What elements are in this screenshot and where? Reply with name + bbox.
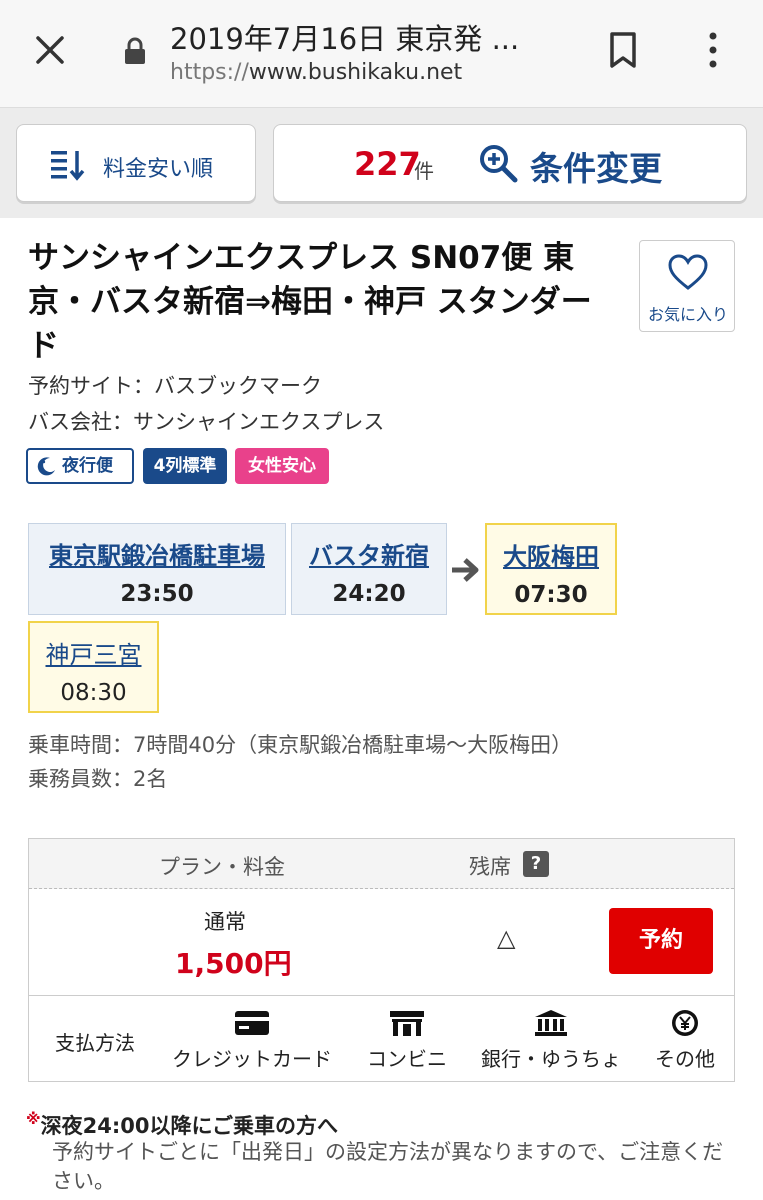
crew-count: 乗務員数：2名: [28, 767, 168, 791]
payment-convenience-store: コンビニ: [357, 1009, 457, 1072]
favorite-label: お気に入り: [647, 305, 728, 324]
stop-time: 07:30: [514, 582, 588, 608]
stop-time: 08:30: [60, 680, 127, 706]
notice-title-text: 深夜24:00以降にご乗車の方へ: [40, 1114, 339, 1138]
stop-destination-1: 大阪梅田 07:30: [485, 523, 617, 615]
payment-method-label: その他: [655, 1047, 715, 1071]
payment-other: その他: [645, 1009, 725, 1072]
zoom-in-icon: [480, 145, 518, 183]
plan-table-header: プラン・料金 残席 ?: [29, 839, 734, 889]
result-count: 227: [354, 145, 421, 183]
plan-name: 通常: [204, 910, 246, 934]
stop-time: 23:50: [120, 581, 194, 607]
stop-name-link[interactable]: 大阪梅田: [487, 537, 615, 572]
stop-origin-2: バスタ新宿 24:20: [291, 523, 447, 615]
browser-toolbar: 2019年7月16日 東京発 ... https://www.bushikaku…: [0, 0, 763, 108]
change-conditions-button[interactable]: 227 件 条件変更: [273, 124, 747, 202]
url-scheme: https://: [170, 60, 249, 85]
page-title: 2019年7月16日 東京発 ...: [170, 22, 520, 56]
yen-coin-icon: [672, 1010, 698, 1036]
bookmark-icon[interactable]: [605, 30, 641, 70]
sort-descending-icon: [51, 151, 85, 181]
payment-method-label: 銀行・ゆうちょ: [481, 1047, 621, 1071]
stop-name-link[interactable]: 神戸三宮: [30, 635, 157, 670]
seat-type-badge: 4列標準: [143, 448, 227, 484]
header-remaining-seats: 残席: [469, 855, 511, 879]
notice-body: 予約サイトごとに「出発日」の設定方法が異なりますので、ご注意ください。: [52, 1140, 724, 1193]
payment-credit-card: クレジットカード: [167, 1009, 337, 1072]
lock-icon: [125, 37, 145, 64]
women-safe-badge: 女性安心: [235, 448, 329, 484]
plan-price: 1,500円: [175, 947, 292, 980]
sort-label: 料金安い順: [103, 157, 214, 182]
more-menu-icon[interactable]: [700, 28, 726, 72]
night-bus-label: 夜行便: [62, 456, 113, 476]
reserve-button[interactable]: 予約: [609, 908, 713, 974]
credit-card-icon: [235, 1011, 269, 1035]
header-plan-price: プラン・料金: [159, 855, 285, 879]
notice-title: ※深夜24:00以降にご乗車の方へ: [26, 1110, 338, 1140]
convenience-store-icon: [390, 1011, 424, 1036]
bus-company: バス会社：サンシャインエクスプレス: [28, 410, 385, 434]
stop-name-link[interactable]: バスタ新宿: [292, 536, 446, 571]
seat-status: △: [497, 924, 516, 952]
bus-title[interactable]: サンシャインエクスプレス SN07便 東京・バスタ新宿⇒梅田・神戸 スタンダード: [28, 236, 618, 368]
stop-destination-2: 神戸三宮 08:30: [28, 621, 159, 713]
search-toolbar: 料金安い順 227 件 条件変更: [0, 108, 763, 218]
night-bus-badge: 夜行便: [26, 448, 134, 484]
url-host: www.bushikaku.net: [248, 60, 463, 85]
payment-method-label: コンビニ: [367, 1047, 447, 1071]
payment-method-label: クレジットカード: [172, 1047, 332, 1071]
change-conditions-label: 条件変更: [530, 149, 662, 188]
close-icon[interactable]: [30, 30, 70, 70]
heart-icon: [668, 254, 708, 290]
payment-label: 支払方法: [55, 1031, 135, 1055]
payment-methods: 支払方法 クレジットカード コンビニ 銀行・ゆうちょ その他: [29, 997, 734, 1081]
result-unit: 件: [414, 159, 434, 183]
bank-icon: [535, 1010, 567, 1036]
plan-table: プラン・料金 残席 ? 通常 1,500円 △ 予約 支払方法 クレジットカード: [28, 838, 735, 1082]
stop-origin-1: 東京駅鍛冶橋駐車場 23:50: [28, 523, 286, 615]
notice-mark: ※: [26, 1110, 41, 1128]
url-bar[interactable]: https://www.bushikaku.net: [170, 60, 462, 85]
sort-button[interactable]: 料金安い順: [16, 124, 256, 202]
plan-row: 通常 1,500円 △ 予約: [29, 890, 734, 996]
stop-name-link[interactable]: 東京駅鍛冶橋駐車場: [29, 536, 285, 571]
moon-icon: [37, 457, 55, 476]
payment-bank: 銀行・ゆうちょ: [473, 1009, 629, 1072]
stop-time: 24:20: [332, 581, 406, 607]
arrow-right-icon: [452, 558, 479, 582]
favorite-button[interactable]: お気に入り: [639, 240, 735, 332]
help-icon[interactable]: ?: [523, 851, 549, 877]
booking-site: 予約サイト：バスブックマーク: [28, 374, 322, 398]
ride-time: 乗車時間：7時間40分（東京駅鍛冶橋駐車場〜大阪梅田）: [28, 733, 573, 757]
